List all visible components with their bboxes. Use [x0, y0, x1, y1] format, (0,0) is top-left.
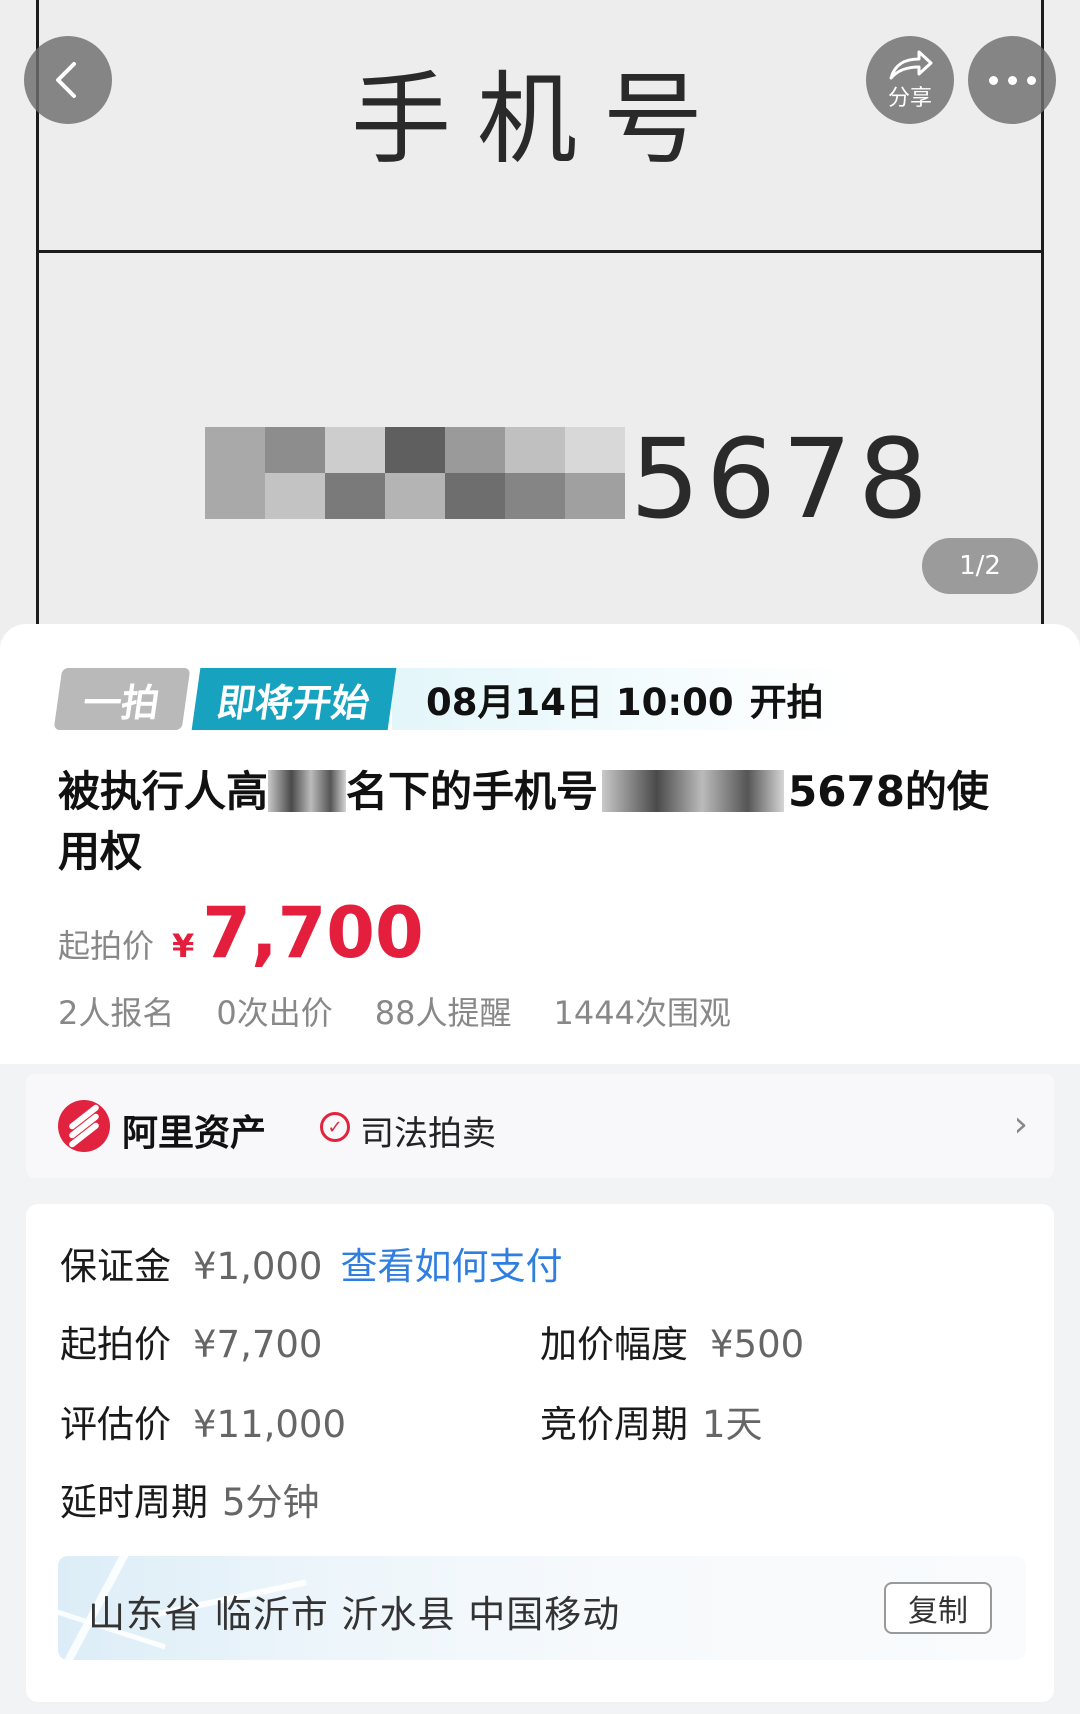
appraisal-label: 评估价 — [60, 1403, 171, 1446]
detail-start-price-value: ¥7,700 — [193, 1323, 323, 1366]
region-text: 山东省 临沂市 沂水县 中国移动 — [88, 1593, 621, 1636]
start-time-banner: 08月14日 10:00 开拍 — [392, 668, 850, 730]
how-to-pay-link[interactable]: 查看如何支付 — [340, 1245, 562, 1288]
deposit-label: 保证金 — [60, 1245, 171, 1288]
auction-info-card: 一拍 即将开始 08月14日 10:00 开拍 被执行人高 名下的手机号 5678的… — [0, 624, 1080, 1064]
share-button[interactable]: 分享 — [866, 36, 954, 124]
increment-label: 加价幅度 — [540, 1323, 688, 1366]
more-button[interactable] — [968, 36, 1056, 124]
start-time: 08月14日 10:00 — [426, 681, 734, 724]
delay-period-value: 5分钟 — [222, 1481, 320, 1524]
start-price-row: 起拍价 ¥7,700 — [60, 1314, 322, 1368]
start-price-label: 起拍价 — [58, 927, 155, 965]
stat-registrations: 2人报名 — [58, 994, 175, 1032]
auction-stats: 2人报名 0次出价 88人提醒 1444次围观 — [58, 988, 731, 1034]
appraisal-value: ¥11,000 — [193, 1403, 347, 1446]
stat-views: 1444次围观 — [553, 994, 731, 1032]
ali-assets-logo-icon — [58, 1100, 110, 1152]
start-price: 起拍价 ¥ 7,700 — [58, 892, 424, 974]
auction-details-card: 保证金 ¥1,000 查看如何支付 起拍价 ¥7,700 加价幅度 ¥500 评估价 ¥1… — [26, 1204, 1054, 1702]
bid-period-label: 竞价周期 — [540, 1403, 688, 1446]
auction-round-badge: 一拍 — [53, 668, 191, 730]
more-icon — [988, 75, 1036, 85]
delay-period-label: 延时周期 — [60, 1481, 208, 1524]
share-icon — [889, 50, 933, 80]
stat-bids: 0次出价 — [216, 994, 333, 1032]
item-title: 被执行人高 名下的手机号 5678的使用权 — [58, 762, 1028, 882]
platform-name: 阿里资产 — [122, 1113, 267, 1154]
document-line — [36, 250, 1044, 253]
phone-visible-digits: 5678 — [630, 415, 934, 543]
title-part-2: 名下的手机号 — [346, 767, 599, 816]
region-info: 山东省 临沂市 沂水县 中国移动 复制 — [58, 1556, 1026, 1660]
deposit-row: 保证金 ¥1,000 查看如何支付 — [60, 1236, 562, 1290]
appraisal-row: 评估价 ¥11,000 — [60, 1394, 346, 1448]
increment-row: 加价幅度 ¥500 — [540, 1314, 804, 1368]
phone-mosaic — [205, 427, 625, 519]
increment-value: ¥500 — [710, 1323, 805, 1366]
title-part-1: 被执行人高 — [58, 767, 269, 816]
currency-symbol: ¥ — [172, 927, 195, 965]
back-button[interactable] — [24, 36, 112, 124]
detail-start-price-label: 起拍价 — [60, 1323, 171, 1366]
redacted-phone — [602, 770, 785, 812]
stat-reminders: 88人提醒 — [374, 994, 512, 1032]
platform-type: 司法拍卖 — [360, 1114, 496, 1154]
platform-bar[interactable]: 阿里资产 ✓ 司法拍卖 › — [26, 1074, 1054, 1178]
delay-period-row: 延时周期 5分钟 — [60, 1472, 320, 1526]
bid-period-value: 1天 — [702, 1403, 763, 1446]
verified-check-icon: ✓ — [320, 1112, 350, 1142]
back-arrow-icon — [56, 62, 76, 98]
auction-tags: 一拍 即将开始 08月14日 10:00 开拍 — [53, 668, 850, 730]
share-label: 分享 — [887, 86, 932, 111]
status-badge: 即将开始 — [191, 668, 397, 730]
chevron-right-icon: › — [1013, 1104, 1028, 1145]
bid-period-row: 竞价周期 1天 — [540, 1394, 763, 1448]
start-time-suffix: 开拍 — [749, 681, 824, 724]
deposit-value: ¥1,000 — [193, 1245, 323, 1288]
item-image-carousel[interactable]: 手机号 5678 分享 1/2 — [0, 0, 1080, 640]
copy-button[interactable]: 复制 — [884, 1582, 992, 1634]
redacted-name — [268, 770, 347, 812]
start-price-value: 7,700 — [202, 892, 424, 974]
page-indicator: 1/2 — [922, 538, 1038, 594]
